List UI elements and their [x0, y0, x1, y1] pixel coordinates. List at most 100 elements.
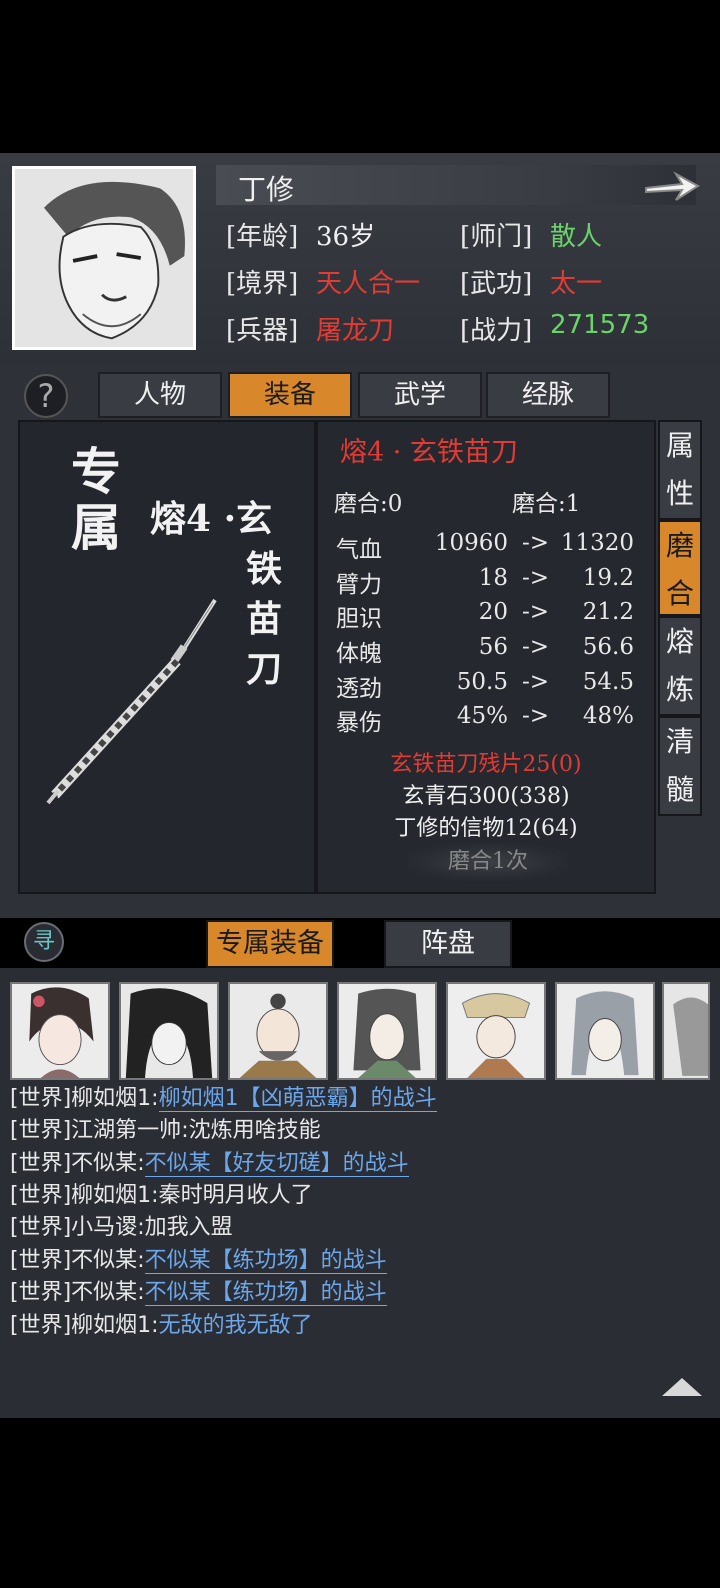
character-portrait[interactable] [12, 166, 196, 350]
chat-text: 加我入盟 [144, 1215, 233, 1240]
chat-text: 沈炼用啥技能 [188, 1118, 321, 1143]
side-tab-char: 清 [665, 725, 694, 758]
chat-sender[interactable]: 小马谡 [71, 1215, 137, 1240]
tab-equipment[interactable]: 装备 [228, 372, 352, 418]
attribute-name: 胆识 [336, 606, 382, 632]
seek-icon[interactable]: 寻 [24, 922, 64, 962]
side-tab-char: 炼 [665, 673, 694, 706]
mohe-next: 磨合:1 [512, 491, 581, 517]
attribute-row: 体魄 56 -> 56.6 [336, 634, 636, 668]
attribute-row: 暴伤 45% -> 48% [336, 703, 636, 737]
side-tab-char: 属 [665, 429, 694, 462]
side-tab-attributes[interactable]: 属 性 [658, 420, 702, 520]
temper-once-button[interactable]: 磨合1次 [408, 843, 568, 881]
weapon-value: 屠龙刀 [316, 316, 395, 346]
side-tab-char: 性 [665, 477, 694, 510]
next-character-arrow-icon[interactable] [642, 166, 702, 206]
chat-sender[interactable]: 不似某 [71, 1248, 137, 1273]
mohe-current: 磨合:0 [334, 491, 403, 517]
attribute-name: 气血 [336, 537, 382, 563]
attribute-name: 臂力 [336, 572, 382, 598]
chat-link-text[interactable]: 无敌的我无敌了 [159, 1313, 313, 1338]
chat-message: [世界]不似某:不似某【练功场】的战斗 [10, 1248, 387, 1274]
attribute-from: 56 [478, 634, 508, 660]
sect-label: [师门] [460, 222, 533, 252]
attribute-name: 暴伤 [336, 710, 382, 736]
chat-message: [世界]不似某:不似某【好友切磋】的战斗 [10, 1151, 409, 1177]
side-tab-char: 磨 [665, 529, 694, 562]
attribute-arrow: -> [522, 530, 550, 556]
battle-link[interactable]: 不似某【练功场】的战斗 [144, 1280, 387, 1306]
chat-channel: [世界] [10, 1151, 72, 1176]
chat-sender[interactable]: 柳如烟1 [71, 1183, 151, 1208]
chat-message: [世界]柳如烟1:秦时明月收人了 [10, 1183, 313, 1208]
attribute-row: 气血 10960 -> 11320 [336, 530, 636, 564]
chat-channel: [世界] [10, 1086, 72, 1111]
side-tab-char: 合 [665, 577, 694, 610]
chat-channel: [世界] [10, 1248, 72, 1273]
hero-avatar[interactable] [555, 982, 655, 1080]
side-tab-temper[interactable]: 磨 合 [658, 520, 702, 616]
attribute-to: 21.2 [582, 599, 634, 625]
weapon-label: [兵器] [226, 316, 299, 346]
material-stone: 玄青石300(338) [402, 784, 570, 809]
weapon-name-char-4: 刀 [246, 648, 283, 690]
portrait-illustration [15, 169, 193, 347]
attribute-from: 10960 [434, 530, 508, 556]
tab-formation[interactable]: 阵盘 [384, 920, 512, 968]
scroll-up-icon[interactable] [660, 1374, 704, 1398]
tab-character[interactable]: 人物 [98, 372, 222, 418]
chat-channel: [世界] [10, 1118, 72, 1143]
tab-martial-arts[interactable]: 武学 [358, 372, 482, 418]
power-value: 271573 [550, 310, 650, 340]
attribute-to: 48% [582, 703, 634, 729]
realm-label: [境界] [226, 269, 299, 299]
material-token: 丁修的信物12(64) [394, 816, 578, 841]
battle-link[interactable]: 柳如烟1【凶萌恶霸】的战斗 [158, 1086, 437, 1112]
side-tab-char: 髓 [665, 773, 694, 806]
hero-avatar[interactable] [337, 982, 437, 1080]
chat-sender[interactable]: 柳如烟1 [71, 1086, 151, 1111]
battle-link[interactable]: 不似某【好友切磋】的战斗 [144, 1151, 409, 1177]
attribute-to: 56.6 [582, 634, 634, 660]
hero-avatar[interactable] [119, 982, 219, 1080]
side-tab-refine[interactable]: 清 髓 [658, 716, 702, 816]
chat-channel: [世界] [10, 1215, 72, 1240]
exclusive-label: 专属 [63, 445, 122, 557]
chat-sender[interactable]: 不似某 [71, 1151, 137, 1176]
martial-label: [武功] [460, 269, 533, 299]
chat-text: 秦时明月收人了 [158, 1183, 313, 1208]
chat-sender[interactable]: 不似某 [71, 1280, 137, 1305]
attribute-from: 18 [478, 565, 508, 591]
attribute-to: 54.5 [582, 669, 634, 695]
hero-avatar[interactable] [228, 982, 328, 1080]
chat-message: [世界]柳如烟1:柳如烟1【凶萌恶霸】的战斗 [10, 1086, 437, 1112]
tab-exclusive-equipment[interactable]: 专属装备 [206, 920, 334, 968]
hero-avatar[interactable] [10, 982, 110, 1080]
attribute-name: 体魄 [336, 641, 382, 667]
attribute-row: 臂力 18 -> 19.2 [336, 565, 636, 599]
attribute-row: 胆识 20 -> 21.2 [336, 599, 636, 633]
weapon-name-char-2: 铁 [246, 548, 283, 590]
hero-avatar[interactable] [662, 982, 710, 1080]
side-tab-smelt[interactable]: 熔 炼 [658, 616, 702, 716]
item-title: 熔4 · 玄铁苗刀 [340, 437, 518, 468]
attribute-from: 50.5 [456, 669, 508, 695]
battle-link[interactable]: 不似某【练功场】的战斗 [144, 1248, 387, 1274]
hero-avatar[interactable] [446, 982, 546, 1080]
martial-value: 太一 [550, 269, 603, 299]
chat-message: [世界]不似某:不似某【练功场】的战斗 [10, 1280, 387, 1306]
chat-channel: [世界] [10, 1313, 72, 1338]
sect-value: 散人 [550, 222, 603, 252]
attribute-arrow: -> [522, 634, 550, 660]
tab-meridians[interactable]: 经脉 [486, 372, 610, 418]
chat-sender[interactable]: 江湖第一帅 [71, 1118, 181, 1143]
attribute-row: 透劲 50.5 -> 54.5 [336, 669, 636, 703]
blade-icon [46, 598, 217, 805]
attribute-arrow: -> [522, 669, 550, 695]
chat-channel: [世界] [10, 1280, 72, 1305]
chat-sender[interactable]: 柳如烟1 [71, 1313, 151, 1338]
help-icon[interactable]: ? [24, 374, 68, 418]
chat-message: [世界]小马谡:加我入盟 [10, 1215, 233, 1240]
chat-message: [世界]柳如烟1:无敌的我无敌了 [10, 1313, 313, 1338]
